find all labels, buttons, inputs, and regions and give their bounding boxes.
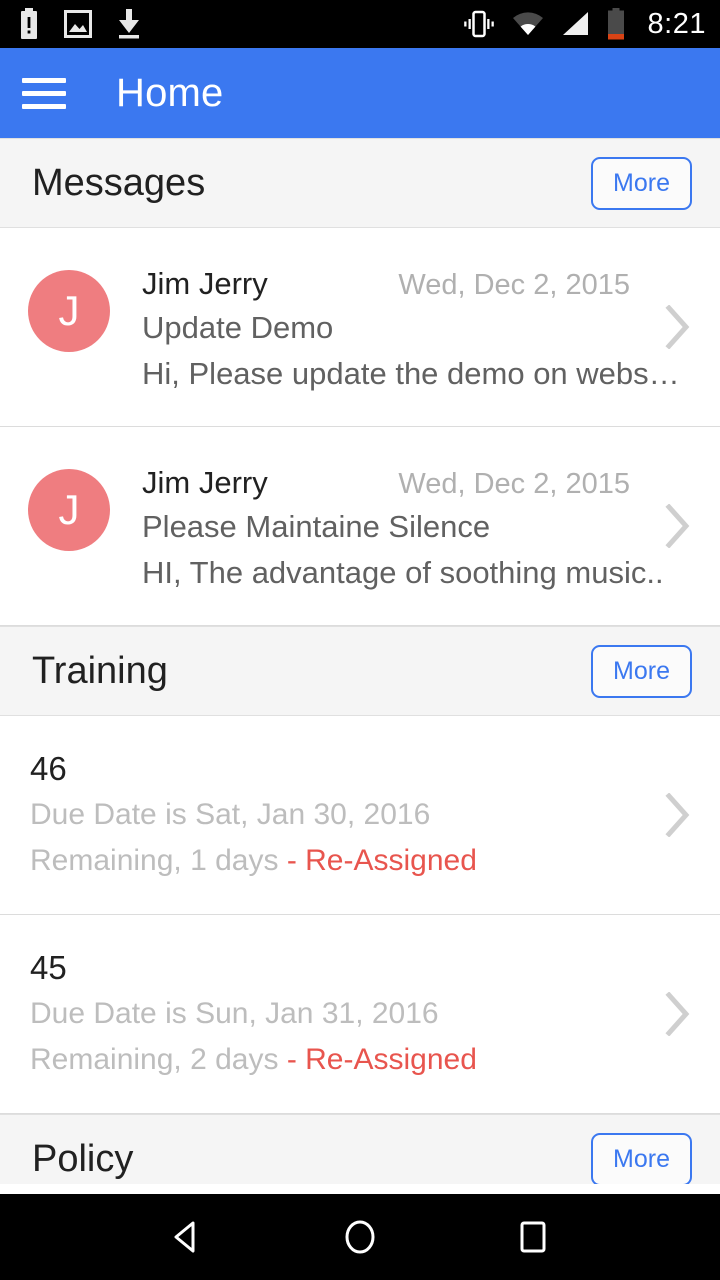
section-header-messages: Messages More	[0, 138, 720, 228]
message-list-item[interactable]: J Jim Jerry Wed, Dec 2, 2015 Update Demo…	[0, 228, 720, 427]
message-list-item[interactable]: J Jim Jerry Wed, Dec 2, 2015 Please Main…	[0, 427, 720, 626]
message-content: Jim Jerry Wed, Dec 2, 2015 Please Mainta…	[142, 465, 696, 591]
training-due-date: Due Date is Sat, Jan 30, 2016	[30, 798, 431, 831]
message-date: Wed, Dec 2, 2015	[398, 468, 630, 500]
message-header-row: Jim Jerry Wed, Dec 2, 2015	[142, 465, 696, 501]
avatar: J	[28, 469, 110, 551]
more-button-training[interactable]: More	[591, 644, 692, 698]
recents-icon[interactable]	[498, 1202, 568, 1272]
section-header-policy: Policy More	[0, 1114, 720, 1184]
training-list-item[interactable]: 45 Due Date is Sun, Jan 31, 2016 Remaini…	[0, 915, 720, 1114]
training-list-item[interactable]: 46 Due Date is Sat, Jan 30, 2016 Remaini…	[0, 716, 720, 915]
avatar-initial: J	[58, 486, 80, 533]
message-date: Wed, Dec 2, 2015	[398, 269, 630, 301]
avatar: J	[28, 270, 110, 352]
app-bar: Home	[0, 48, 720, 138]
message-preview: HI, The advantage of soothing music..	[142, 555, 664, 590]
message-sender: Jim Jerry	[142, 266, 268, 301]
section-header-training: Training More	[0, 626, 720, 716]
chevron-right-icon	[662, 303, 692, 351]
message-subject: Update Demo	[142, 310, 334, 345]
section-title-policy: Policy	[32, 1137, 134, 1180]
status-bar-clock: 8:21	[647, 7, 706, 40]
home-icon[interactable]	[325, 1202, 395, 1272]
training-remaining-text: Remaining, 2 days	[30, 1043, 287, 1076]
cell-signal-icon	[560, 11, 590, 37]
training-remaining: Remaining, 1 days - Re-Assigned	[30, 844, 696, 878]
battery-icon	[606, 8, 626, 40]
message-content: Jim Jerry Wed, Dec 2, 2015 Update Demo H…	[142, 266, 696, 392]
more-button-messages[interactable]: More	[591, 156, 692, 210]
training-due-date: Due Date is Sun, Jan 31, 2016	[30, 997, 439, 1030]
message-subject: Please Maintaine Silence	[142, 509, 491, 544]
hamburger-menu-icon[interactable]	[20, 69, 68, 117]
android-navigation-bar	[0, 1194, 720, 1280]
section-title-training: Training	[32, 649, 168, 692]
avatar-initial: J	[58, 287, 80, 334]
status-badge: - Re-Assigned	[286, 844, 477, 877]
battery-alert-icon	[18, 8, 40, 40]
message-preview: Hi, Please update the demo on webs…	[142, 356, 680, 391]
screenshot-image-icon	[64, 10, 92, 38]
training-remaining-text: Remaining, 1 days	[30, 844, 287, 877]
download-icon	[116, 9, 142, 39]
page-title: Home	[116, 70, 224, 115]
more-button-policy[interactable]: More	[591, 1132, 692, 1184]
vibrate-icon	[462, 9, 496, 39]
status-bar-left-icons	[18, 8, 142, 40]
content-scroll-area[interactable]: Messages More J Jim Jerry Wed, Dec 2, 20…	[0, 138, 720, 1184]
chevron-right-icon	[662, 990, 692, 1038]
training-remaining: Remaining, 2 days - Re-Assigned	[30, 1043, 696, 1077]
status-bar: 8:21	[0, 0, 720, 48]
wifi-icon	[512, 11, 544, 37]
back-icon[interactable]	[152, 1202, 222, 1272]
training-title: 46	[30, 750, 67, 787]
chevron-right-icon	[662, 791, 692, 839]
message-sender: Jim Jerry	[142, 465, 268, 500]
chevron-right-icon	[662, 502, 692, 550]
status-bar-right-icons: 8:21	[462, 8, 706, 41]
training-title: 45	[30, 949, 67, 986]
status-badge: - Re-Assigned	[286, 1043, 477, 1076]
message-header-row: Jim Jerry Wed, Dec 2, 2015	[142, 266, 696, 302]
section-title-messages: Messages	[32, 161, 206, 204]
